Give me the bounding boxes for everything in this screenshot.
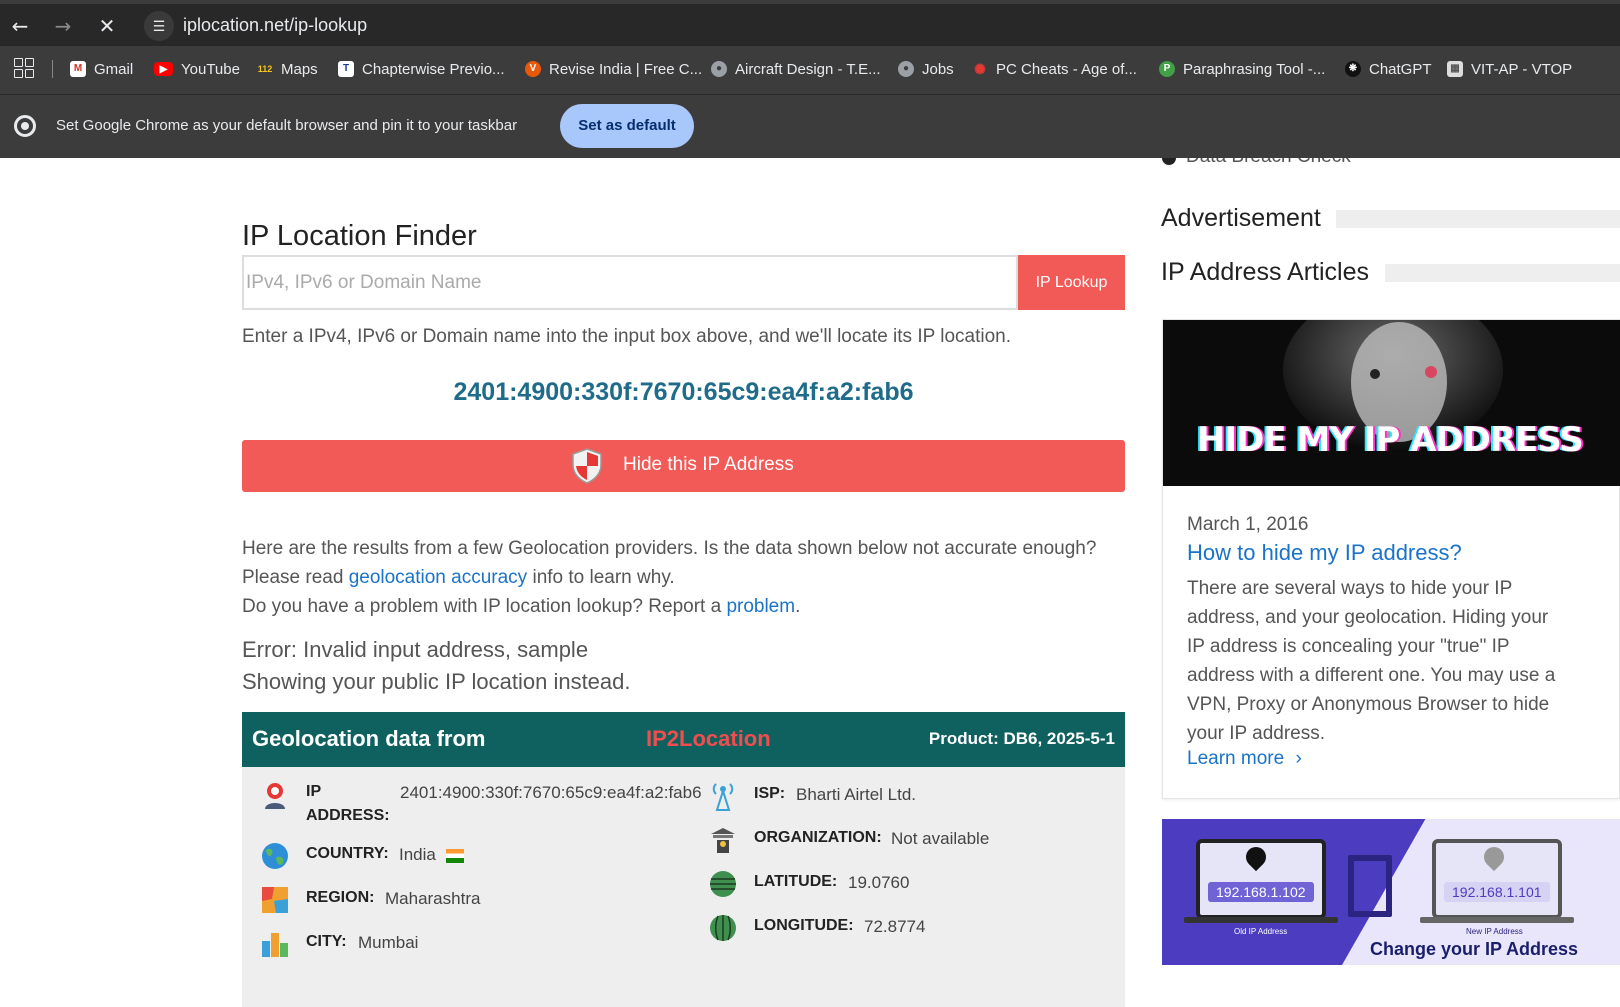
apps-grid-icon[interactable]	[14, 58, 34, 78]
shield-icon	[572, 448, 602, 484]
geo-ip-address: IP ADDRESS: 2401:4900:330f:7670:65c9:ea4…	[260, 781, 720, 824]
bookmark-paraphrasing[interactable]: P Paraphrasing Tool -...	[1159, 58, 1325, 80]
geo-longitude: LONGITUDE: 72.8774	[708, 913, 1108, 943]
bookmark-jobs[interactable]: ● Jobs	[898, 58, 954, 80]
site-info-icon[interactable]: ☰	[144, 11, 174, 41]
region-map-icon	[262, 887, 288, 913]
longitude-globe-icon	[710, 915, 736, 941]
article-description: There are several ways to hide your IP a…	[1187, 578, 1556, 744]
geo-isp: ISP: Bharti Airtel Ltd.	[708, 781, 1108, 811]
geo-country: COUNTRY: India	[260, 841, 720, 871]
gmail-icon: M	[70, 61, 86, 77]
back-button[interactable]: ←	[7, 13, 33, 39]
sidebar-item-data-breach-check[interactable]: Data Breach Check	[1162, 158, 1351, 168]
chatgpt-icon: ❋	[1345, 61, 1361, 77]
articles-heading: IP Address Articles	[1161, 258, 1369, 286]
article-date: March 1, 2016	[1187, 514, 1309, 535]
article-image[interactable]: HIDE MY IP ADDRESS	[1163, 320, 1620, 486]
ip-search-input[interactable]: IPv4, IPv6 or Domain Name	[242, 255, 1018, 310]
article-card[interactable]: HIDE MY IP ADDRESS March 1, 2016 How to …	[1162, 319, 1620, 799]
bookmark-gmail[interactable]: M Gmail	[70, 58, 133, 80]
results-intro: Here are the results from a few Geolocat…	[242, 538, 1097, 559]
revise-india-icon: V	[525, 61, 541, 77]
india-flag-icon	[446, 849, 464, 863]
organization-icon	[711, 828, 735, 853]
error-message: Error: Invalid input address, sample	[242, 637, 589, 662]
vtop-icon: ▦	[1447, 61, 1463, 77]
geolocation-header: Geolocation data from IP2Location Produc…	[242, 712, 1125, 767]
bookmarks-separator	[52, 60, 53, 78]
advertisement-heading: Advertisement	[1161, 204, 1321, 232]
masked-figure-image	[1163, 320, 1620, 486]
globe-icon: ●	[898, 61, 914, 77]
search-hint: Enter a IPv4, IPv6 or Domain name into t…	[242, 326, 1011, 347]
report-problem-link[interactable]: problem	[726, 596, 795, 617]
geo-city: CITY: Mumbai	[260, 929, 720, 959]
bookmark-chatgpt[interactable]: ❋ ChatGPT	[1345, 58, 1432, 80]
fallback-message: Showing your public IP location instead.	[242, 669, 631, 694]
article-image-headline: HIDE MY IP ADDRESS	[1197, 420, 1584, 460]
provider-name: IP2Location	[646, 726, 771, 751]
antenna-icon	[712, 783, 734, 811]
globe-icon	[262, 843, 288, 869]
new-laptop-base	[1420, 917, 1574, 923]
change-ip-headline: Change your IP Address	[1370, 939, 1579, 959]
chrome-icon	[14, 115, 36, 137]
page-content: Data Breach Check IP Location Finder IPv…	[0, 158, 1620, 1007]
bookmark-chapterwise[interactable]: T Chapterwise Previo...	[338, 58, 505, 80]
article-title-link[interactable]: How to hide my IP address?	[1187, 540, 1462, 566]
bookmark-pc-cheats[interactable]: ✺ PC Cheats - Age of...	[972, 58, 1137, 80]
address-bar-row: ← → ✕ ☰ iplocation.net/ip-lookup	[0, 4, 1620, 46]
ip-pin-icon	[265, 783, 285, 809]
geolocation-accuracy-link[interactable]: geolocation accuracy	[349, 567, 528, 588]
geo-region: REGION: Maharashtra	[260, 885, 720, 915]
bookmark-revise-india[interactable]: V Revise India | Free C...	[525, 58, 702, 80]
change-ip-banner[interactable]: 192.168.1.102 Old IP Address 192.168.1.1…	[1162, 819, 1620, 965]
heading-divider	[1336, 210, 1620, 228]
city-buildings-icon	[262, 933, 288, 957]
bookmark-aircraft-design[interactable]: ● Aircraft Design - T.E...	[711, 58, 881, 80]
geolocation-details: IP ADDRESS: 2401:4900:330f:7670:65c9:ea4…	[242, 767, 1125, 1007]
bookmark-youtube[interactable]: ▶ YouTube	[154, 58, 240, 80]
product-version: Product: DB6, 2025-5-1	[928, 729, 1115, 748]
old-laptop-base	[1184, 917, 1338, 923]
default-browser-infobar: Set Google Chrome as your default browse…	[0, 94, 1620, 159]
shield-icon	[1162, 158, 1176, 165]
old-ip-chip: 192.168.1.102	[1208, 882, 1314, 902]
old-ip-caption: Old IP Address	[1234, 927, 1288, 936]
bookmark-maps[interactable]: 112 Maps	[257, 58, 318, 80]
pc-cheats-icon: ✺	[974, 61, 986, 77]
accuracy-note: Please read geolocation accuracy info to…	[242, 567, 675, 588]
paraphrasing-icon: P	[1159, 61, 1175, 77]
forward-button[interactable]: →	[50, 13, 76, 39]
new-ip-caption: New IP Address	[1466, 927, 1523, 936]
chapterwise-icon: T	[338, 61, 354, 77]
hide-ip-button[interactable]: Hide this IP Address	[242, 440, 1125, 492]
arrow-bracket-icon	[1348, 855, 1392, 917]
current-ip-address: 2401:4900:330f:7670:65c9:ea4f:a2:fab6	[453, 378, 914, 406]
infobar-message: Set Google Chrome as your default browse…	[56, 117, 518, 134]
youtube-icon: ▶	[154, 62, 173, 76]
geo-latitude: LATITUDE: 19.0760	[708, 869, 1108, 899]
stop-loading-button[interactable]: ✕	[94, 13, 120, 39]
address-bar[interactable]: iplocation.net/ip-lookup	[183, 15, 367, 36]
page-title: IP Location Finder	[242, 220, 477, 252]
geo-organization: ORGANIZATION: Not available	[708, 825, 1108, 855]
globe-icon: ●	[711, 61, 727, 77]
report-problem-note: Do you have a problem with IP location l…	[242, 596, 801, 617]
bookmark-vtop[interactable]: ▦ VIT-AP - VTOP	[1447, 58, 1572, 80]
ip-lookup-button[interactable]: IP Lookup	[1018, 255, 1125, 310]
hide-ip-label: Hide this IP Address	[623, 454, 794, 475]
learn-more-link[interactable]: Learn more ›	[1187, 748, 1302, 770]
new-ip-chip: 192.168.1.101	[1444, 882, 1550, 902]
set-default-button[interactable]: Set as default	[560, 104, 694, 148]
heading-divider	[1385, 264, 1620, 282]
chevron-right-icon: ›	[1295, 748, 1302, 769]
geolocation-heading: Geolocation data from	[252, 726, 486, 751]
latitude-globe-icon	[710, 871, 736, 897]
maps-icon: 112	[257, 64, 273, 74]
